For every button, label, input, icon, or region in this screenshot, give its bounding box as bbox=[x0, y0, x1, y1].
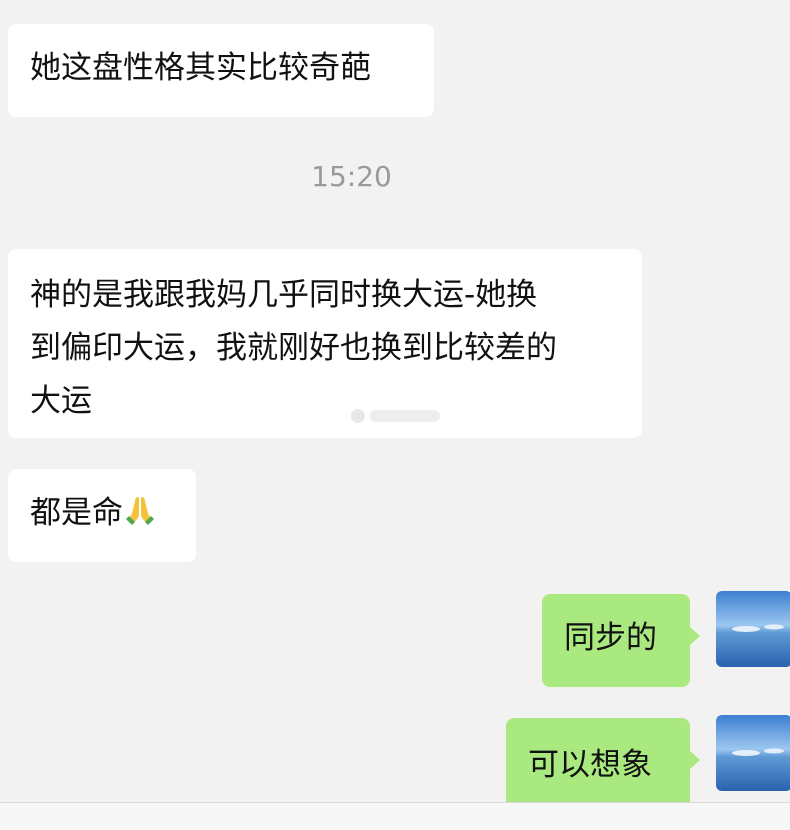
input-bar bbox=[0, 803, 790, 830]
message-text: 神的是我跟我妈几乎同时换大运-她换 到偏印大运，我就刚好也换到比较差的 大运 bbox=[30, 277, 557, 419]
blurred-read-marks bbox=[351, 409, 440, 423]
message-text: 同步的 bbox=[564, 620, 657, 656]
message-bubble-incoming[interactable]: 她这盘性格其实比较奇葩 bbox=[8, 24, 434, 117]
message-text: 可以想象 bbox=[528, 747, 652, 783]
chat-timestamp: 15:20 bbox=[311, 160, 392, 193]
folded-hands-icon bbox=[123, 491, 157, 525]
message-bubble-incoming[interactable]: 神的是我跟我妈几乎同时换大运-她换 到偏印大运，我就刚好也换到比较差的 大运 bbox=[8, 249, 642, 438]
message-text: 都是命 bbox=[30, 495, 123, 531]
message-bubble-incoming[interactable]: 都是命 bbox=[8, 469, 196, 562]
user-avatar[interactable] bbox=[716, 591, 790, 667]
user-avatar[interactable] bbox=[716, 715, 790, 791]
message-text: 她这盘性格其实比较奇葩 bbox=[30, 50, 371, 86]
message-bubble-outgoing[interactable]: 同步的 bbox=[542, 594, 700, 687]
